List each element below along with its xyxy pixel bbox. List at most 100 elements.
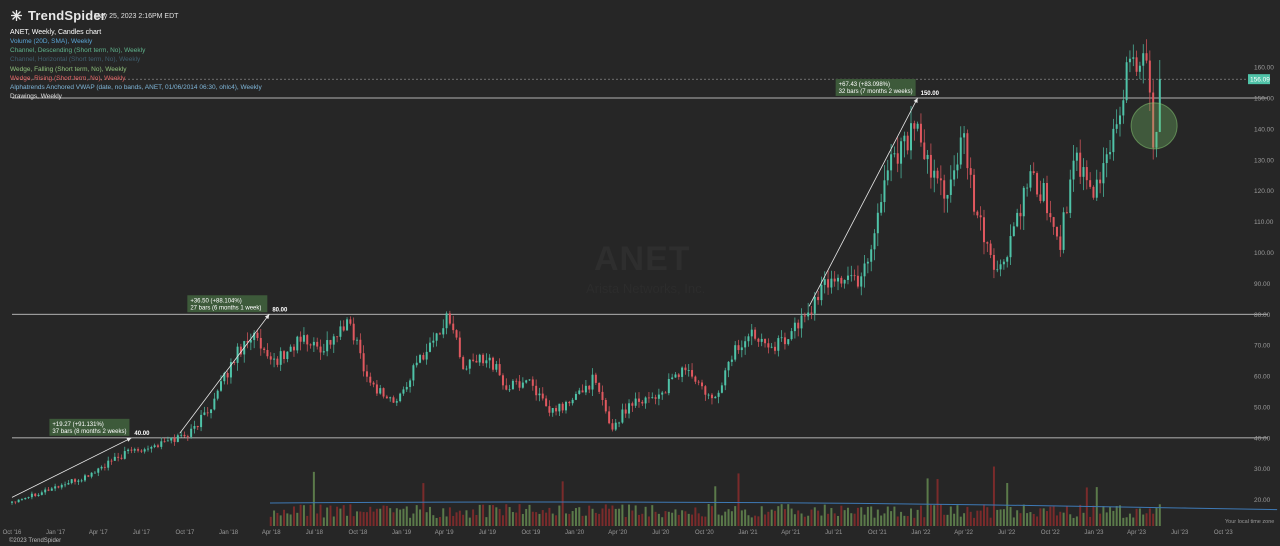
candle <box>817 296 820 301</box>
volume-bar <box>269 516 272 526</box>
arrow-head-icon <box>264 314 270 320</box>
candle <box>880 202 883 213</box>
volume-bar <box>1052 506 1055 526</box>
volume-bar <box>707 504 710 526</box>
volume-sma-line <box>269 501 1278 511</box>
indicator-label[interactable]: Drawings, Weekly <box>10 93 62 100</box>
overlays: 156.09 <box>1130 74 1270 150</box>
candle <box>17 499 20 503</box>
volume-bar <box>581 515 584 526</box>
candle <box>203 412 206 415</box>
candle <box>581 390 584 393</box>
indicator-label[interactable]: Alphatrends Anchored VWAP (date, no band… <box>10 84 262 91</box>
measure-arrow <box>11 437 132 498</box>
candle <box>1089 180 1092 187</box>
volume-bar <box>790 508 793 526</box>
candle <box>730 359 733 362</box>
candle <box>694 376 697 382</box>
candle <box>900 141 903 164</box>
volume-bar <box>492 505 495 526</box>
candle <box>319 346 322 353</box>
volume-bar <box>939 504 942 526</box>
y-tick-label: 100.00 <box>1254 250 1274 257</box>
candle <box>1039 194 1042 201</box>
volume-bar <box>634 505 637 526</box>
candle <box>60 484 63 488</box>
symbol-watermark: ANET <box>594 240 691 278</box>
candle <box>180 434 183 436</box>
candle <box>273 358 276 360</box>
volume-bar <box>1079 504 1082 526</box>
volume-bar <box>438 516 441 526</box>
timezone-label[interactable]: Your local time zone <box>1225 519 1274 525</box>
volume-bar <box>299 504 302 526</box>
volume-bar <box>538 513 541 526</box>
volume-bar <box>322 517 325 526</box>
x-tick-label: Jan '17 <box>46 530 66 536</box>
candle <box>986 242 989 244</box>
candle <box>551 408 554 413</box>
measurement: +36.50 (+88.104%)27 bars (6 months 1 wee… <box>179 295 288 434</box>
volume-bar <box>316 513 319 526</box>
measure-bars: 27 bars (6 months 1 week) <box>190 305 261 311</box>
candle <box>959 137 962 165</box>
candle <box>226 373 229 378</box>
volume-bar <box>618 508 621 526</box>
candle <box>976 211 979 216</box>
volume-bar <box>1069 514 1072 526</box>
candle <box>966 133 969 169</box>
candle <box>558 403 561 412</box>
volume-bar <box>664 511 667 526</box>
candle <box>438 333 441 335</box>
candle <box>160 441 163 447</box>
volume-bar <box>1036 516 1039 526</box>
indicator-label[interactable]: Volume (20D, SMA), Weekly <box>10 38 92 45</box>
candle <box>1082 167 1085 177</box>
volume-bar <box>1138 508 1141 526</box>
candle <box>982 217 985 243</box>
volume-bar <box>1142 514 1145 526</box>
volume-bar <box>375 508 378 526</box>
volume-bar <box>956 505 959 526</box>
indicator-label[interactable]: Wedge, Rising (Short term, No), Weekly <box>10 75 125 82</box>
candle <box>1046 182 1049 214</box>
volume-bar <box>903 515 906 526</box>
candle <box>1059 236 1062 250</box>
volume-bar <box>1112 510 1115 526</box>
candle <box>521 382 524 388</box>
volume-bar <box>969 511 972 526</box>
indicator-label[interactable]: Channel, Descending (Short term, No), We… <box>10 47 145 54</box>
candle <box>70 479 73 484</box>
volume-bar <box>422 483 425 526</box>
candle <box>737 345 740 351</box>
indicator-label[interactable]: Wedge, Falling (Short term, No), Weekly <box>10 66 126 73</box>
candle <box>631 403 634 406</box>
brand-logo[interactable]: TrendSpider <box>10 8 106 23</box>
volume-bar <box>465 510 468 526</box>
volume-bar <box>415 505 418 526</box>
candle <box>876 212 879 234</box>
volume-bar <box>916 509 919 526</box>
candle <box>478 354 481 363</box>
candle <box>219 381 222 391</box>
volume-bar <box>273 510 276 526</box>
candle <box>110 460 113 462</box>
volume-bar <box>740 510 743 526</box>
volume-bar <box>306 515 309 526</box>
volume-bar <box>959 516 962 526</box>
candle <box>47 489 50 491</box>
candle <box>93 472 96 474</box>
x-tick-label: Apr '17 <box>89 530 108 536</box>
volume-bar <box>747 515 750 526</box>
candle <box>428 342 431 352</box>
candle <box>641 401 644 404</box>
volume-bar <box>568 513 571 526</box>
chart-title: ANET, Weekly, Candles chart <box>10 29 102 36</box>
indicator-label[interactable]: Channel, Horizontal (Short term, No), We… <box>10 56 140 63</box>
volume-bar <box>495 507 498 526</box>
candle <box>813 296 816 314</box>
candle <box>269 356 272 360</box>
y-tick-label: 130.00 <box>1254 157 1274 164</box>
volume-bar <box>551 513 554 526</box>
volume-bar <box>1019 513 1022 526</box>
